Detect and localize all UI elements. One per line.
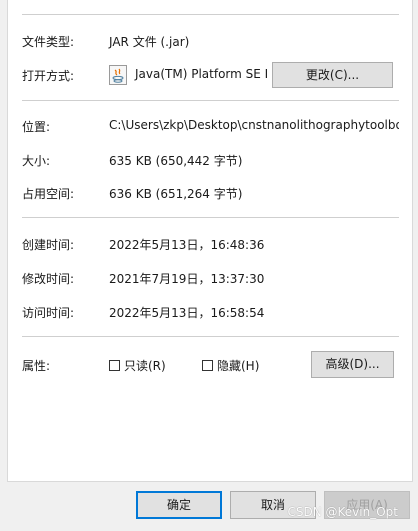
size-value: 635 KB (650,442 字节) [109, 154, 243, 168]
advanced-button[interactable]: 高级(D)... [311, 351, 394, 378]
accessed-label: 访问时间: [22, 306, 75, 320]
file-type-label: 文件类型: [22, 35, 75, 49]
size-on-disk-value: 636 KB (651,264 字节) [109, 187, 243, 201]
size-label: 大小: [22, 154, 51, 168]
open-with-app: Java(TM) Platform SE I [135, 67, 269, 81]
separator-3 [22, 336, 399, 337]
separator-1 [22, 100, 399, 101]
separator-top [22, 14, 399, 15]
readonly-label[interactable]: 只读(R) [124, 357, 166, 374]
csdn-watermark: CSDN @Kevin_Opt [287, 505, 399, 519]
created-value: 2022年5月13日，16:48:36 [109, 238, 265, 252]
created-label: 创建时间: [22, 238, 75, 252]
modified-label: 修改时间: [22, 272, 75, 286]
accessed-value: 2022年5月13日，16:58:54 [109, 306, 265, 320]
size-on-disk-label: 占用空间: [22, 187, 75, 201]
change-app-button[interactable]: 更改(C)... [272, 62, 393, 88]
separator-2 [22, 217, 399, 218]
modified-value: 2021年7月19日，13:37:30 [109, 272, 265, 286]
readonly-checkbox[interactable] [109, 360, 120, 371]
location-value[interactable]: C:\Users\zkp\Desktop\cnstnanolithography… [109, 118, 399, 132]
location-label: 位置: [22, 120, 51, 134]
ok-button[interactable]: 确定 [136, 491, 222, 519]
java-icon [109, 65, 127, 85]
general-tab-panel: 文件类型: JAR 文件 (.jar) 打开方式: Java(TM) Platf… [7, 0, 413, 482]
file-type-value: JAR 文件 (.jar) [109, 35, 190, 49]
hidden-checkbox[interactable] [202, 360, 213, 371]
attributes-label: 属性: [22, 359, 51, 373]
open-with-label: 打开方式: [22, 69, 75, 83]
hidden-label[interactable]: 隐藏(H) [217, 357, 259, 374]
